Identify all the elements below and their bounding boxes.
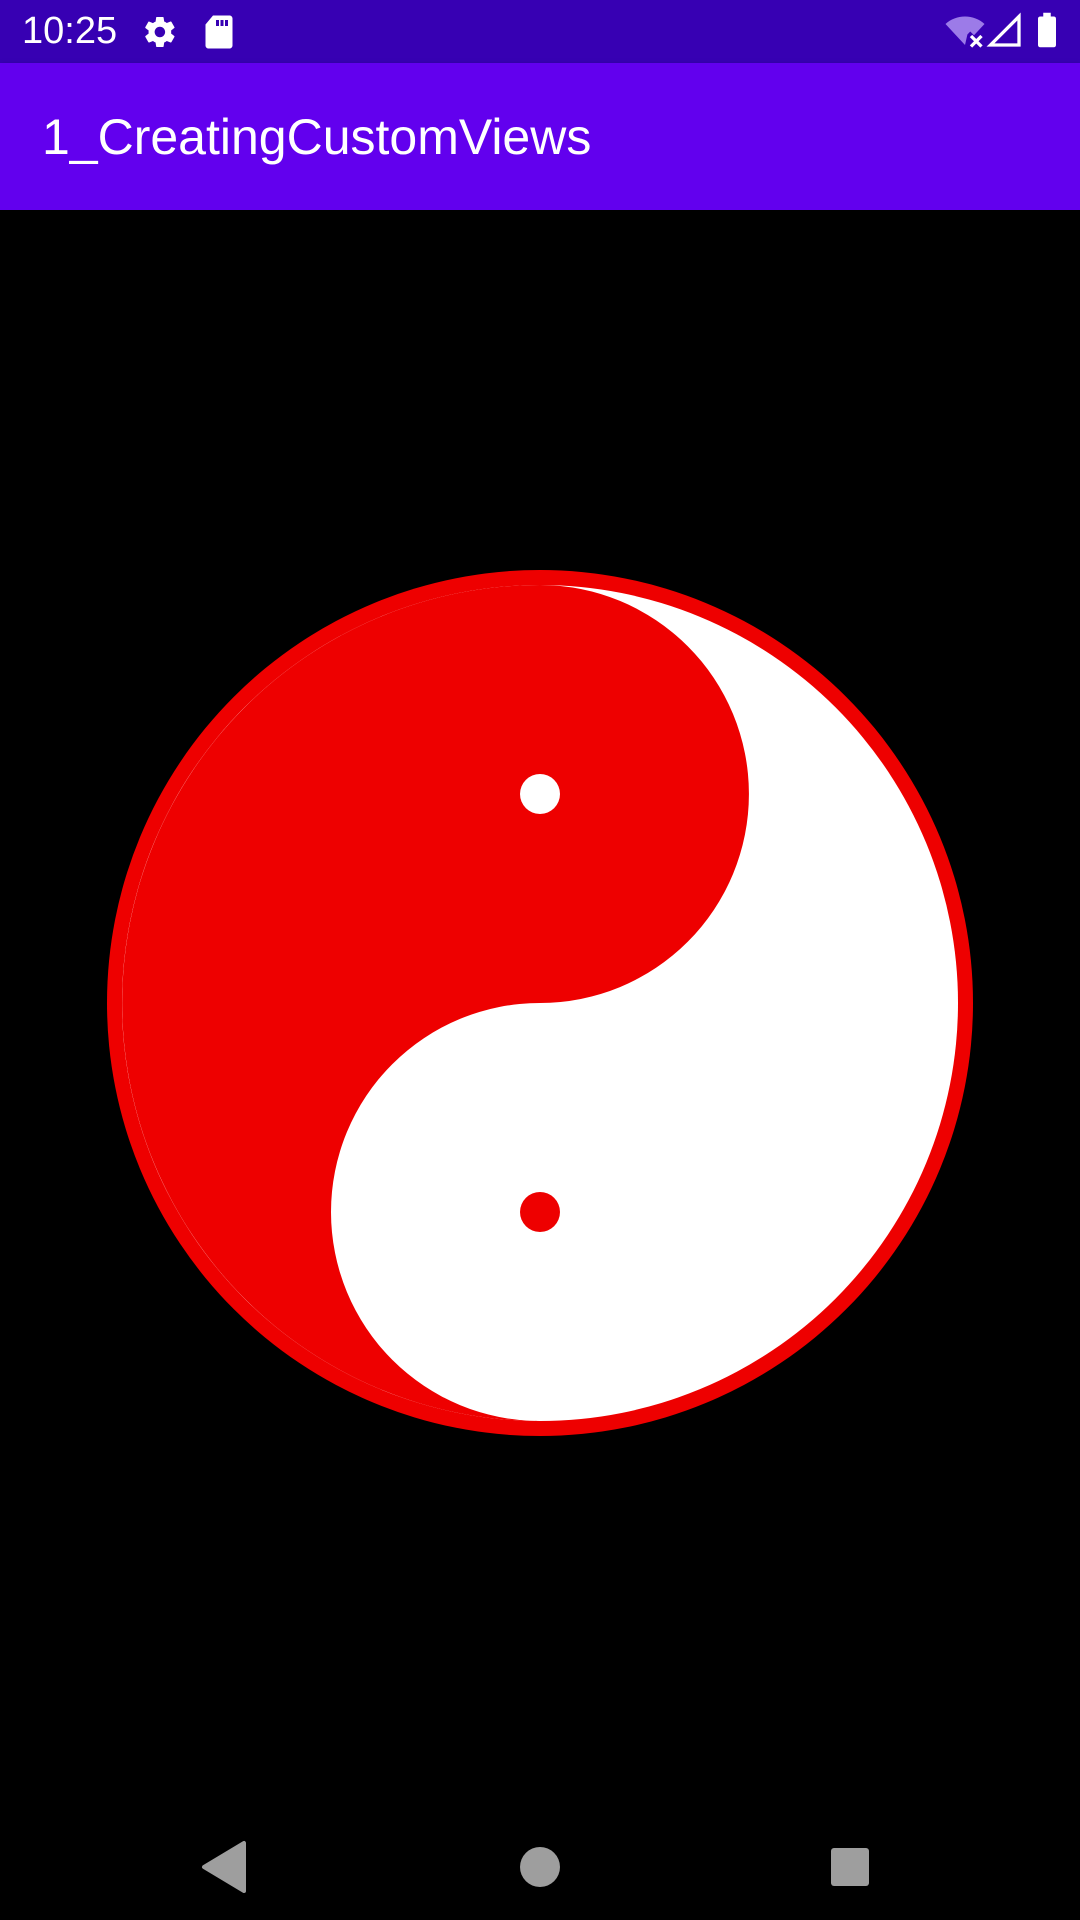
- status-bar: 10:25: [0, 0, 1080, 63]
- back-button[interactable]: [196, 1837, 256, 1897]
- navigation-bar: [0, 1810, 1080, 1920]
- sd-card-icon: [202, 14, 236, 55]
- signal-icon: [986, 12, 1022, 53]
- gear-icon: [142, 14, 178, 55]
- back-triangle-icon: [202, 1841, 246, 1893]
- app-bar: 1_CreatingCustomViews: [0, 63, 1080, 210]
- home-button[interactable]: [510, 1837, 570, 1897]
- yin-yang-white-dot: [520, 774, 560, 814]
- screen: 10:25 1_CreatingCustomViews: [0, 0, 1080, 1920]
- recents-square-icon: [831, 1848, 869, 1886]
- wifi-off-icon: [944, 12, 986, 53]
- yin-yang-symbol: [107, 570, 973, 1436]
- app-title: 1_CreatingCustomViews: [42, 109, 592, 165]
- status-time: 10:25: [22, 10, 118, 52]
- recents-button[interactable]: [820, 1837, 880, 1897]
- custom-view-canvas[interactable]: [0, 210, 1080, 1810]
- yin-yang-red-dot: [520, 1192, 560, 1232]
- battery-icon: [1036, 12, 1058, 53]
- home-circle-icon: [520, 1847, 560, 1887]
